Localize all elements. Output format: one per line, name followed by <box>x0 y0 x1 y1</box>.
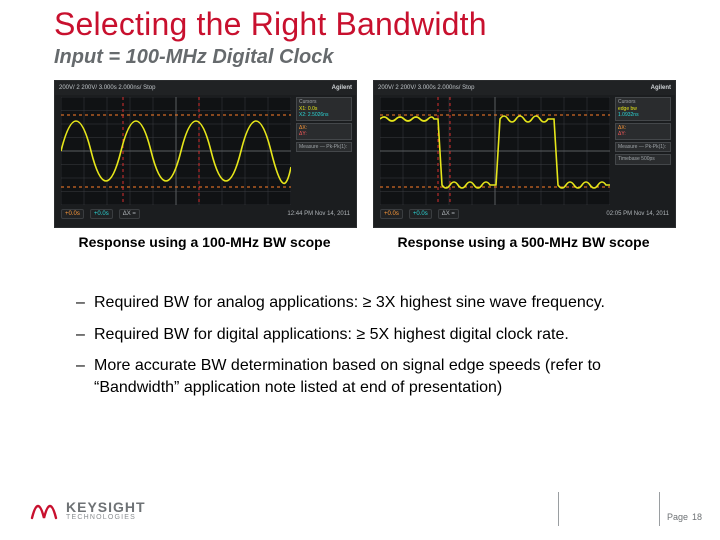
bullet-list: Required BW for analog applications: ≥ 3… <box>76 292 656 408</box>
dy: ΔY: <box>299 131 349 138</box>
dy: ΔY: <box>618 131 668 138</box>
keysight-logo: KEYSIGHT TECHNOLOGIES <box>30 498 146 522</box>
scope-left: 200V/ 2 200V/ 3.000s 2.000ns/ Stop Agile… <box>54 80 357 228</box>
scope-left-graticule <box>61 97 291 205</box>
page-divider <box>558 492 660 526</box>
logo-tagline: TECHNOLOGIES <box>66 514 146 521</box>
scope-brand: Agilent <box>651 85 671 91</box>
dx-chip: ΔX = <box>438 209 459 219</box>
logo-mark-icon <box>30 498 58 522</box>
scope-right-topbar: 200V/ 2 200V/ 3.000s 2.000ns/ Stop Agile… <box>374 81 675 95</box>
x1-chip: +0.0s <box>61 209 84 219</box>
scope-row: 200V/ 2 200V/ 3.000s 2.000ns/ Stop Agile… <box>54 80 674 250</box>
scope-left-caption: Response using a 100-MHz BW scope <box>54 234 355 250</box>
logo-text: KEYSIGHT TECHNOLOGIES <box>66 500 146 521</box>
scope-brand: Agilent <box>332 85 352 91</box>
dx-chip: ΔX = <box>119 209 140 219</box>
scope-left-sidepanel: Cursors X1: 0.0s X2: 2.5026ns ΔX: ΔY: Me… <box>296 97 352 205</box>
x2-chip: +0.0s <box>409 209 432 219</box>
cursor-b: X2: 2.5026ns <box>299 112 349 119</box>
bullet-item: Required BW for digital applications: ≥ … <box>76 324 656 346</box>
scope-right-caption: Response using a 500-MHz BW scope <box>373 234 674 250</box>
page-label: Page <box>667 512 688 522</box>
scope-right-sidepanel: Cursors edge bw 1.0932ns ΔX: ΔY: Measure… <box>615 97 671 205</box>
scope-right-readout: 200V/ 2 200V/ 3.000s 2.000ns/ Stop <box>378 85 474 91</box>
slide-subtitle: Input = 100-MHz Digital Clock <box>54 46 333 69</box>
scope-left-topbar: 200V/ 2 200V/ 3.000s 2.000ns/ Stop Agile… <box>55 81 356 95</box>
bullet-item: More accurate BW determination based on … <box>76 355 656 398</box>
timestamp: 12:44 PM Nov 14, 2011 <box>287 211 350 217</box>
scope-right-measure: Measure — Pk-Pk(1): <box>615 142 671 153</box>
slide-title: Selecting the Right Bandwidth <box>54 6 487 43</box>
bullet-item: Required BW for analog applications: ≥ 3… <box>76 292 656 314</box>
meas: Measure — Pk-Pk(1): <box>299 144 349 151</box>
timestamp: 02:05 PM Nov 14, 2011 <box>606 211 669 217</box>
cursor-b: 1.0932ns <box>618 112 668 119</box>
page-value: 18 <box>692 512 702 522</box>
scope-right-cursors: Cursors edge bw 1.0932ns <box>615 97 671 121</box>
page-number: Page 18 <box>667 512 702 522</box>
scope-right-timebase: Timebase 500ps <box>615 154 671 165</box>
scope-left-cursors: Cursors X1: 0.0s X2: 2.5026ns <box>296 97 352 121</box>
logo-name: KEYSIGHT <box>66 500 146 514</box>
x1-chip: +0.0s <box>380 209 403 219</box>
scope-left-readout: 200V/ 2 200V/ 3.000s 2.000ns/ Stop <box>59 85 155 91</box>
scope-left-deltas: ΔX: ΔY: <box>296 123 352 140</box>
meas: Measure — Pk-Pk(1): <box>618 144 668 151</box>
scope-left-measure: Measure — Pk-Pk(1): <box>296 142 352 153</box>
scope-right-graticule <box>380 97 610 205</box>
scope-right: 200V/ 2 200V/ 3.000s 2.000ns/ Stop Agile… <box>373 80 676 228</box>
scope-left-wrap: 200V/ 2 200V/ 3.000s 2.000ns/ Stop Agile… <box>54 80 355 250</box>
scope-right-wrap: 200V/ 2 200V/ 3.000s 2.000ns/ Stop Agile… <box>373 80 674 250</box>
x2-chip: +0.0s <box>90 209 113 219</box>
scope-right-bottom: +0.0s +0.0s ΔX = 02:05 PM Nov 14, 2011 <box>380 205 669 223</box>
timebase: Timebase 500ps <box>618 156 668 163</box>
scope-left-bottom: +0.0s +0.0s ΔX = 12:44 PM Nov 14, 2011 <box>61 205 350 223</box>
scope-right-deltas: ΔX: ΔY: <box>615 123 671 140</box>
